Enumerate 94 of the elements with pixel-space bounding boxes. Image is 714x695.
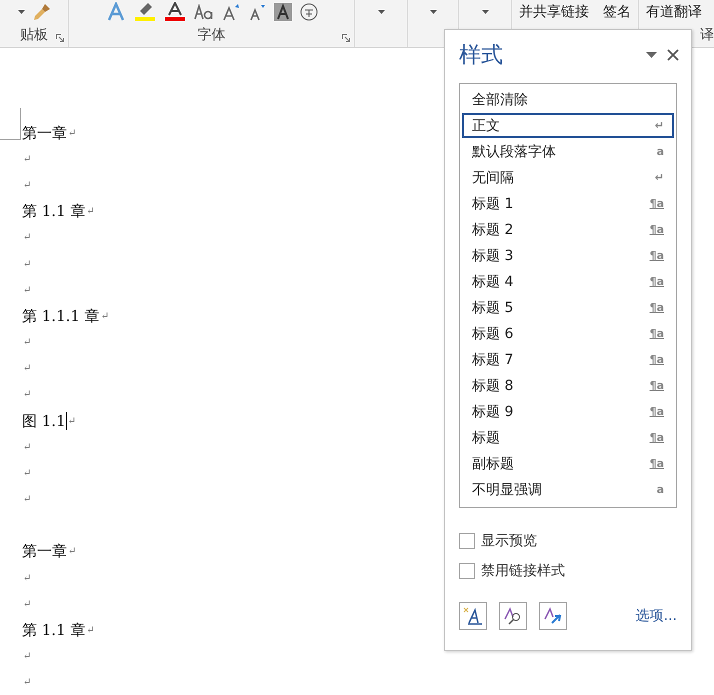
paragraph-mark: ↵ (23, 468, 32, 480)
paragraph-mark: ↵ (23, 598, 32, 610)
style-item[interactable]: 副标题 ¶a (462, 451, 674, 476)
pen-arrow-icon (543, 607, 563, 625)
style-type-glyph: a (656, 483, 664, 496)
style-type-glyph: ¶a (650, 431, 664, 444)
dialog-launcher-icon[interactable] (56, 34, 64, 42)
ribbon-command[interactable]: 并共享链接 (519, 0, 589, 24)
paragraph-text: 第一章 (22, 542, 67, 562)
style-item[interactable]: 标题 ¶a (462, 425, 674, 450)
style-type-glyph: ↵ (654, 171, 664, 184)
style-type-glyph: ¶a (650, 275, 664, 288)
style-type-glyph: ¶a (650, 379, 664, 392)
paragraph-mark: ↵ (23, 494, 32, 506)
paragraph-mark: ↵ (100, 310, 110, 322)
paragraph-mark: ↵ (68, 546, 76, 558)
text-effects-icon[interactable] (106, 2, 126, 22)
paragraph-text: 图 1.1 (22, 412, 66, 431)
ribbon-command[interactable]: 签名 (603, 0, 631, 24)
paragraph-mark: ↵ (23, 572, 32, 584)
style-item[interactable]: 正文 ↵ (462, 113, 674, 138)
dropdown-arrow-icon[interactable] (482, 10, 488, 14)
new-style-button[interactable] (459, 602, 487, 630)
paragraph-mark: ↵ (23, 337, 32, 348)
style-item[interactable]: 标题 4 ¶a (462, 269, 674, 294)
style-type-glyph: ¶a (650, 301, 664, 314)
style-type-glyph: ¶a (650, 327, 664, 340)
style-item[interactable]: 标题 8 ¶a (462, 373, 674, 398)
magnifier-icon (503, 607, 523, 625)
ribbon-command[interactable]: 有道翻译 (646, 0, 714, 24)
pane-title: 样式 (459, 42, 504, 70)
style-item[interactable]: 不明显强调 a (462, 477, 674, 502)
style-type-glyph: a (656, 145, 664, 158)
change-case-icon[interactable] (194, 4, 214, 20)
paragraph-mark: ↵ (23, 363, 32, 374)
paragraph-mark: ↵ (23, 677, 32, 688)
style-inspector-button[interactable] (499, 602, 527, 630)
paragraph-mark: ↵ (86, 624, 95, 636)
character-shading-icon[interactable] (274, 3, 292, 21)
dropdown-arrow-icon[interactable] (430, 10, 436, 14)
paragraph-mark: ↵ (68, 416, 76, 427)
enclosed-character-icon[interactable] (300, 3, 318, 21)
style-item[interactable]: 标题 9 ¶a (462, 399, 674, 424)
group-label: 字体 (198, 26, 226, 45)
group-label: 贴板 (20, 26, 48, 45)
style-type-glyph: ¶a (650, 457, 664, 470)
style-item[interactable]: 标题 6 ¶a (462, 321, 674, 346)
font-color-icon[interactable] (164, 2, 186, 22)
paragraph-mark: ↵ (23, 232, 32, 244)
grow-font-icon[interactable] (222, 3, 240, 21)
group-label: 译 (700, 26, 714, 45)
paragraph-mark: ↵ (23, 651, 32, 662)
paragraph-mark: ↵ (23, 442, 32, 453)
paragraph-text: 第一章 (22, 124, 67, 143)
dropdown-arrow-icon[interactable] (378, 10, 384, 14)
paragraph-mark: ↵ (23, 180, 32, 191)
paragraph-mark: ↵ (86, 206, 95, 218)
style-item[interactable]: 标题 1 ¶a (462, 191, 674, 216)
close-icon[interactable] (667, 49, 679, 61)
style-item[interactable]: 无间隔 ↵ (462, 165, 674, 190)
checkbox[interactable] (459, 533, 475, 549)
style-type-glyph: ¶a (650, 405, 664, 418)
paragraph-mark: ↵ (23, 258, 32, 270)
checkbox-label: 显示预览 (481, 532, 537, 550)
pane-menu-arrow-icon[interactable] (646, 52, 657, 58)
paragraph-text: 第 1.1 章 (22, 202, 86, 222)
shrink-font-icon[interactable] (248, 3, 266, 21)
style-item[interactable]: 默认段落字体 a (462, 139, 674, 164)
style-item[interactable]: 标题 3 ¶a (462, 243, 674, 268)
style-type-glyph: ¶a (650, 353, 664, 366)
checkbox[interactable] (459, 563, 475, 579)
dropdown-arrow-icon[interactable] (18, 10, 24, 14)
paintbrush-icon[interactable] (32, 3, 50, 21)
manage-styles-button[interactable] (539, 602, 567, 630)
paragraph-mark: ↵ (23, 389, 32, 400)
style-item[interactable]: 标题 2 ¶a (462, 217, 674, 242)
new-style-icon (463, 607, 483, 625)
highlighter-icon[interactable] (134, 2, 156, 22)
style-item[interactable]: 标题 5 ¶a (462, 295, 674, 320)
paragraph-text: 第 1.1.1 章 (22, 306, 100, 326)
paragraph-mark: ↵ (23, 284, 32, 296)
margin-corner-mark (0, 108, 22, 140)
style-type-glyph: ↵ (654, 119, 664, 132)
style-item[interactable]: 标题 7 ¶a (462, 347, 674, 372)
paragraph-mark: ↵ (23, 154, 32, 165)
style-type-glyph: ¶a (650, 197, 664, 210)
paragraph-text: 第 1.1 章 (22, 620, 86, 640)
style-item[interactable]: 全部清除 (462, 87, 674, 112)
paragraph-mark: ↵ (68, 128, 76, 139)
dialog-launcher-icon[interactable] (342, 34, 350, 42)
style-type-glyph: ¶a (650, 249, 664, 262)
style-type-glyph: ¶a (650, 223, 664, 236)
options-link[interactable]: 选项... (636, 607, 677, 625)
checkbox-label: 禁用链接样式 (481, 562, 565, 580)
